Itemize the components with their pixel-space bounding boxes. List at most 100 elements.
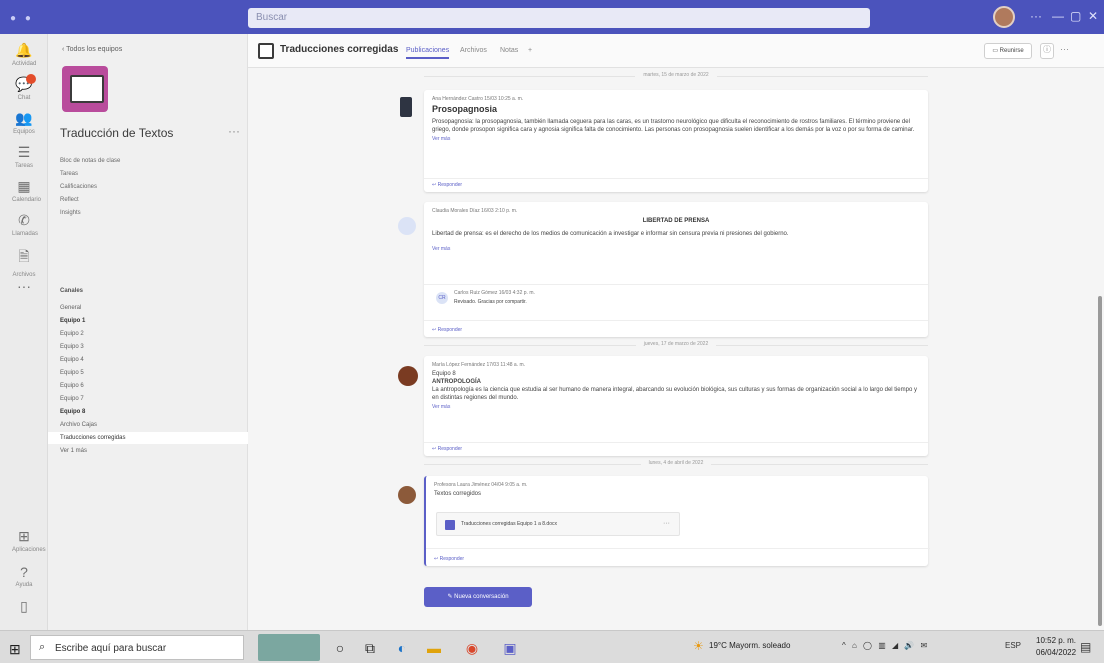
edge-icon[interactable]: ◐ [392, 638, 412, 658]
channel-item[interactable]: Archivo Cajas [48, 419, 248, 431]
all-teams-link[interactable]: ‹ Todos los equipos [62, 46, 122, 53]
new-conversation-button[interactable]: ✎ Nueva conversación [424, 587, 532, 607]
post-meta: Ana Hernández Castro 15/03 10:25 a. m. [432, 96, 524, 102]
minimize-icon[interactable]: — [1052, 9, 1064, 23]
see-more-link[interactable]: Ver más [432, 246, 920, 252]
channel-item[interactable]: Equipo 3 [48, 341, 248, 353]
team-menu-grades[interactable]: Calificaciones [60, 184, 97, 190]
channel-item[interactable]: Equipo 4 [48, 354, 248, 366]
search-icon: ⌕ [39, 641, 46, 653]
cortana-icon[interactable]: ○ [330, 638, 350, 658]
calendar-icon: ▦ [17, 178, 31, 194]
language-indicator[interactable]: ESP [1005, 641, 1021, 650]
rail-calendar[interactable]: ▦ Calendario [12, 178, 41, 208]
channel-item[interactable]: Equipo 5 [48, 367, 248, 379]
channel-item[interactable]: Equipo 2 [48, 328, 248, 340]
close-icon[interactable]: ✕ [1088, 9, 1098, 23]
task-view-icon[interactable]: ⧉ [360, 638, 380, 658]
post-body: La antropología es la ciencia que estudi… [432, 387, 917, 401]
post-title: LIBERTAD DE PRENSA [642, 218, 710, 224]
video-icon: ▭ [992, 48, 998, 54]
team-menu-tasks[interactable]: Tareas [60, 171, 78, 177]
notifications-icon[interactable]: ▤ [1080, 640, 1091, 654]
file-attachment[interactable]: Traducciones corregidas Equipo 1 a 8.doc… [436, 512, 680, 536]
reply-button[interactable]: ↩ Responder [432, 327, 462, 333]
maximize-icon[interactable]: ▢ [1070, 9, 1081, 23]
channel-item[interactable]: Equipo 6 [48, 380, 248, 392]
rail-more[interactable]: ··· [12, 278, 36, 308]
tab-notes[interactable]: Notas [500, 47, 518, 54]
post-subject: Prosopagnosia [432, 104, 498, 114]
phone-icon: ✆ [18, 212, 30, 228]
file-explorer-icon[interactable]: ▬ [424, 638, 444, 658]
system-tray-icons[interactable]: ^ ⌂ ◯ ▥ ◢ 🔊 ✉ [842, 641, 929, 650]
channel-header: Traducciones corregidas Publicaciones Ar… [248, 34, 1104, 68]
rail-calls[interactable]: ✆ Llamadas [12, 212, 38, 242]
team-menu-insights[interactable]: Insights [60, 210, 81, 216]
team-menu-notebook[interactable]: Bloc de notas de clase [60, 158, 120, 164]
team-name: Traducción de Textos [60, 126, 174, 140]
clock-date[interactable]: 06/04/2022 [1036, 648, 1076, 657]
clock-time[interactable]: 10:52 p. m. [1036, 636, 1076, 645]
rail-teams[interactable]: 👥 Equipos [12, 110, 36, 140]
tab-files[interactable]: Archivos [460, 47, 487, 54]
see-more-link[interactable]: Ver más [432, 136, 920, 142]
rail-files[interactable]: 🗎 Archivos [12, 246, 36, 278]
taskbar-search-input[interactable]: ⌕ Escribe aquí para buscar [30, 635, 244, 660]
post-line: Equipo 8 [432, 371, 456, 377]
nav-dots-icon[interactable]: ● ● [10, 13, 34, 24]
channel-icon [258, 43, 274, 59]
post-card: Profesora Laura Jiménez 04/04 9:05 a. m.… [424, 476, 930, 566]
channel-item[interactable]: Traducciones corregidas [48, 432, 248, 444]
rail-chat[interactable]: 💬 Chat [12, 74, 36, 106]
post-body: Libertad de prensa: es el derecho de los… [432, 231, 789, 237]
post-body: Prosopagnosia: la prosopagnosia, también… [432, 119, 915, 133]
add-tab-button[interactable]: + [528, 47, 532, 54]
channels-header: Canales [60, 288, 84, 294]
taskbar: ⊞ ⌕ Escribe aquí para buscar ○ ⧉ ◐ ▬ ◉ ▣… [0, 630, 1104, 663]
more-options-icon[interactable]: ··· [1030, 9, 1042, 23]
title-bar: ● ● Buscar ··· — ▢ ✕ [0, 0, 1104, 34]
meet-button[interactable]: ▭ Reunirse [984, 43, 1032, 59]
teams-app-icon[interactable]: ▣ [500, 638, 520, 658]
rail-help[interactable]: ? Ayuda [12, 564, 36, 594]
word-file-icon [445, 520, 455, 530]
rail-device[interactable]: ▯ [12, 598, 36, 628]
search-input[interactable]: Buscar [248, 8, 870, 28]
divider [424, 178, 928, 179]
scrollbar[interactable] [1098, 296, 1102, 626]
reply-button[interactable]: ↩ Responder [432, 446, 462, 452]
rail-tasks[interactable]: ☰ Tareas [12, 144, 36, 174]
tab-posts[interactable]: Publicaciones [406, 47, 450, 59]
team-menu-reflect[interactable]: Reflect [60, 197, 79, 203]
channel-item[interactable]: Equipo 8 [48, 406, 248, 418]
attachment-more-icon[interactable]: ··· [663, 520, 670, 527]
windows-start-icon[interactable]: ⊞ [9, 641, 21, 658]
app-rail: 🔔 Actividad 💬 Chat 👥 Equipos ☰ Tareas ▦ … [0, 34, 48, 630]
channel-item[interactable]: Ver 1 más [48, 445, 248, 457]
channel-item[interactable]: Equipo 7 [48, 393, 248, 405]
notification-badge [26, 74, 36, 84]
weather-text[interactable]: 19°C Mayorm. soleado [709, 641, 790, 650]
chrome-icon[interactable]: ◉ [462, 638, 482, 658]
search-highlight-image[interactable] [258, 634, 320, 661]
bell-icon: 🔔 [15, 42, 33, 58]
rail-activity[interactable]: 🔔 Actividad [12, 42, 36, 72]
author-avatar [398, 217, 416, 235]
see-more-link[interactable]: Ver más [432, 404, 920, 410]
divider [424, 284, 928, 285]
rail-apps[interactable]: ⊞ Aplicaciones [12, 528, 46, 558]
channel-more-icon[interactable]: ··· [1060, 44, 1069, 54]
team-more-icon[interactable]: ··· [228, 124, 240, 138]
post-heading: ANTROPOLOGÍA [432, 379, 481, 385]
channel-item[interactable]: General [48, 302, 248, 314]
channel-item[interactable]: Equipo 1 [48, 315, 248, 327]
author-avatar [398, 366, 418, 386]
user-avatar[interactable] [993, 6, 1015, 28]
reply-button[interactable]: ↩ Responder [432, 182, 462, 188]
channel-title: Traducciones corregidas [280, 44, 399, 55]
weather-icon[interactable]: ☀ [693, 639, 704, 653]
post-meta: Profesora Laura Jiménez 04/04 9:05 a. m. [434, 482, 528, 488]
info-icon[interactable]: ⓘ [1040, 43, 1054, 59]
reply-button[interactable]: ↩ Responder [434, 556, 464, 562]
